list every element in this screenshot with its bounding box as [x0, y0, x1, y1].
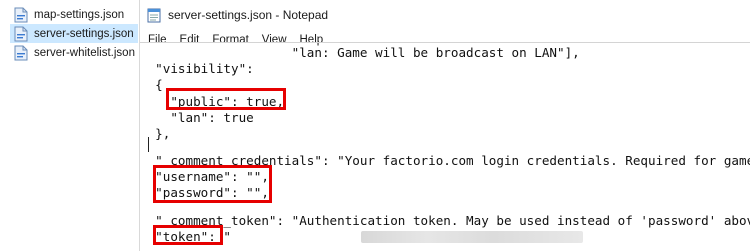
notepad-window: server-settings.json - Notepad File Edit…: [139, 0, 750, 251]
text-caret: [148, 137, 149, 152]
json-file-icon: [14, 7, 28, 22]
file-item-map-settings[interactable]: map-settings.json: [10, 5, 138, 24]
file-name: server-settings.json: [34, 27, 134, 40]
text-editor[interactable]: "lan: Game will be broadcast on LAN"], "…: [140, 42, 750, 251]
title-bar: server-settings.json - Notepad: [140, 0, 750, 30]
file-item-server-whitelist[interactable]: server-whitelist.json: [10, 43, 138, 62]
highlight-public: [166, 88, 286, 110]
redacted-token-value: [361, 231, 583, 243]
json-file-icon: [14, 45, 28, 60]
code-line: {: [140, 77, 163, 92]
file-name: map-settings.json: [34, 8, 125, 21]
window-title: server-settings.json - Notepad: [168, 8, 329, 22]
code-line: },: [140, 126, 171, 141]
file-explorer-list: map-settings.json server-settings.json s…: [0, 0, 139, 251]
code-line: "visibility":: [140, 61, 254, 76]
code-line: "lan": true: [140, 110, 254, 125]
notepad-icon: [147, 8, 161, 23]
highlight-token: [153, 225, 223, 245]
code-line: "_comment_token": "Authentication token.…: [140, 213, 750, 228]
highlight-credentials: [153, 165, 272, 203]
file-item-server-settings[interactable]: server-settings.json: [10, 24, 138, 43]
file-name: server-whitelist.json: [34, 46, 135, 59]
json-file-icon: [14, 26, 28, 41]
code-line: "lan: Game will be broadcast on LAN"],: [140, 45, 580, 60]
